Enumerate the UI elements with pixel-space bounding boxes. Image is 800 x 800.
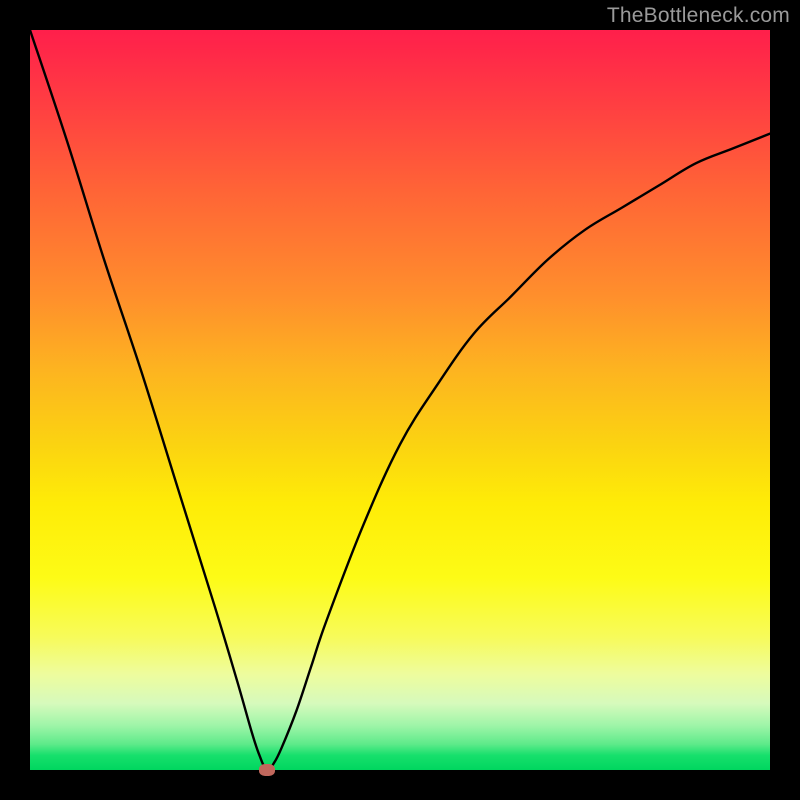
- chart-frame: TheBottleneck.com: [0, 0, 800, 800]
- bottleneck-curve: [30, 30, 770, 770]
- plot-area: [30, 30, 770, 770]
- watermark-text: TheBottleneck.com: [607, 4, 790, 28]
- minimum-marker: [259, 764, 275, 776]
- curve-svg: [30, 30, 770, 770]
